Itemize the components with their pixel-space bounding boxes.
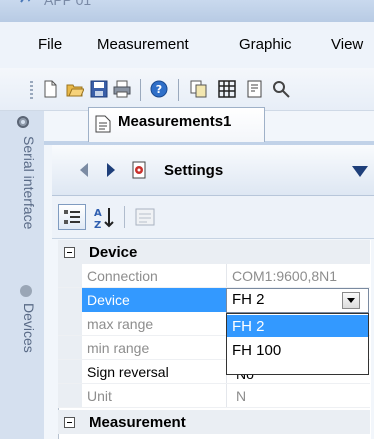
- categorized-view-button[interactable]: [58, 204, 86, 230]
- row-margin: [58, 288, 82, 312]
- svg-text:?: ?: [156, 83, 162, 96]
- dropdown-button[interactable]: [342, 292, 360, 309]
- table-icon[interactable]: [218, 80, 236, 98]
- page-icon[interactable]: [246, 80, 264, 98]
- property-name: max range: [87, 316, 154, 332]
- category-measurement-label: Measurement: [89, 414, 186, 431]
- dropdown-option-fh2[interactable]: FH 2: [227, 315, 368, 337]
- chevron-down-icon: [347, 298, 355, 303]
- property-name: Connection: [87, 268, 158, 284]
- side-tab-devices-label: Devices: [21, 303, 37, 353]
- device-icon: [20, 285, 32, 297]
- chevron-down-icon[interactable]: [351, 164, 369, 178]
- property-name: Device: [87, 292, 130, 308]
- collapse-measurement-icon[interactable]: [64, 417, 75, 428]
- document-icon: [95, 115, 111, 133]
- collapse-device-icon[interactable]: [64, 247, 75, 258]
- save-icon[interactable]: [90, 80, 108, 98]
- device-combobox-value: FH 2: [232, 291, 265, 308]
- property-value: N: [236, 388, 247, 404]
- property-value: COM1:9600,8N1: [232, 268, 338, 284]
- title-bar: APP 01: [0, 0, 374, 22]
- side-tab-serial-interface[interactable]: Serial interface: [16, 136, 38, 276]
- option-label: FH 2: [232, 318, 265, 335]
- gear-icon[interactable]: [14, 113, 32, 131]
- forward-arrow-icon[interactable]: [105, 162, 117, 178]
- toolbar-separator: [140, 79, 141, 101]
- property-pages-icon: [135, 208, 155, 226]
- side-tab-serial-label: Serial interface: [21, 136, 37, 230]
- svg-text:Z: Z: [94, 220, 101, 230]
- print-icon[interactable]: [113, 80, 131, 98]
- settings-icon: [132, 161, 146, 179]
- copy-icon[interactable]: [190, 80, 208, 98]
- new-document-icon[interactable]: [41, 80, 59, 98]
- menu-view[interactable]: View: [331, 36, 363, 53]
- toolbar-separator: [178, 79, 179, 101]
- categorized-icon: [64, 210, 80, 224]
- alphabetical-sort-icon[interactable]: AZ: [92, 204, 118, 230]
- tab-label: Measurements1: [118, 113, 232, 130]
- category-device-label: Device: [89, 244, 138, 261]
- svg-text:A: A: [94, 208, 102, 219]
- settings-title: Settings: [164, 162, 224, 179]
- toolbar-grip[interactable]: [30, 81, 33, 99]
- help-icon[interactable]: ?: [150, 80, 168, 98]
- menu-file[interactable]: File: [38, 36, 62, 53]
- dropdown-option-fh100[interactable]: FH 100: [227, 339, 368, 361]
- property-name: Sign reversal: [87, 364, 169, 380]
- toolbar: ?: [0, 68, 374, 111]
- menu-measurement[interactable]: Measurement: [97, 36, 189, 53]
- open-folder-icon[interactable]: [66, 80, 84, 98]
- search-icon[interactable]: [272, 80, 290, 98]
- property-name: Unit: [87, 388, 112, 404]
- back-arrow-icon[interactable]: [78, 162, 90, 178]
- window-title: APP 01: [44, 0, 92, 8]
- menu-graphic[interactable]: Graphic: [239, 36, 292, 53]
- toolbar-separator: [124, 206, 125, 228]
- option-label: FH 100: [232, 342, 282, 359]
- property-name: min range: [87, 340, 150, 356]
- app-icon: [20, 0, 31, 3]
- side-tab-devices[interactable]: Devices: [16, 303, 38, 387]
